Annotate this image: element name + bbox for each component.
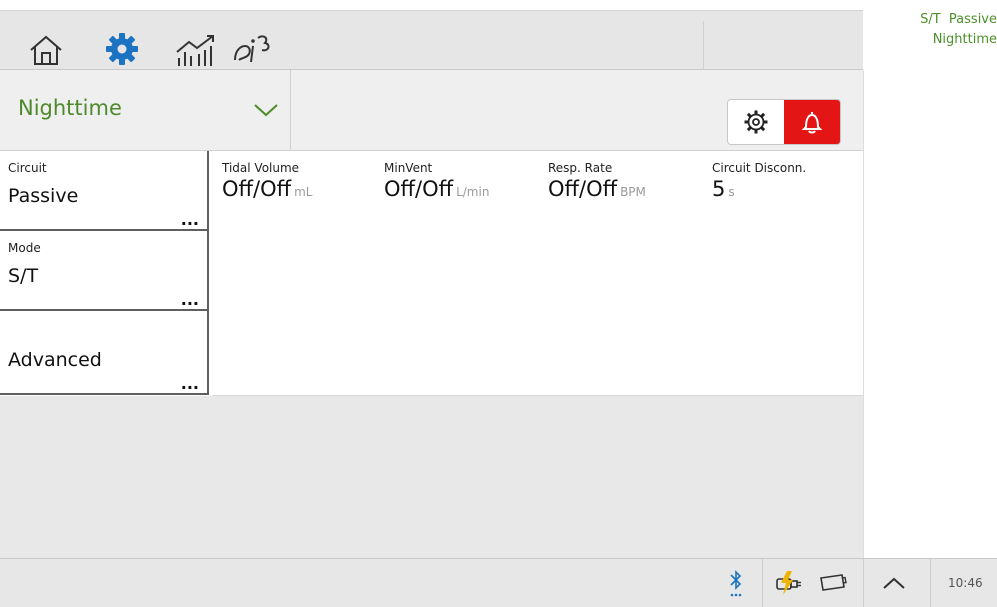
bluetooth-icon	[730, 570, 742, 597]
side-menu-caption: Mode	[8, 241, 41, 255]
more-options-icon: ...	[180, 290, 199, 309]
chevron-down-icon	[254, 104, 278, 117]
status-line-1: S/T Passive	[863, 10, 997, 30]
param-value: Off/Off	[384, 177, 454, 201]
battery-status	[814, 559, 850, 607]
chevron-up-icon	[883, 577, 905, 589]
param-unit: mL	[294, 185, 313, 199]
status-mode: S/T	[920, 12, 941, 27]
side-menu-value: Passive	[8, 185, 79, 207]
more-options-icon: ...	[180, 210, 199, 229]
bluetooth-status[interactable]	[718, 559, 754, 607]
empty-area	[0, 396, 863, 558]
more-options-icon: ...	[180, 374, 199, 393]
battery-icon	[820, 574, 847, 591]
profile-dropdown-value: Nighttime	[18, 96, 122, 120]
side-menu-mode[interactable]: Mode S/T ...	[0, 231, 209, 311]
param-unit: BPM	[620, 185, 646, 199]
profile-row: Nighttime	[0, 70, 863, 151]
tools-icon	[234, 35, 270, 63]
bottom-divider	[930, 559, 931, 607]
side-menu-circuit[interactable]: Circuit Passive ...	[0, 151, 209, 231]
status-circuit: Passive	[948, 12, 997, 27]
param-caption: MinVent	[384, 161, 433, 175]
expand-panel-button[interactable]	[872, 559, 916, 607]
param-minvent[interactable]: MinVent Off/Off L/min	[384, 161, 489, 201]
bottom-divider	[762, 559, 763, 607]
alarm-settings-button[interactable]	[784, 100, 840, 144]
param-caption: Tidal Volume	[222, 161, 300, 175]
side-menu-caption: Circuit	[8, 161, 47, 175]
bottom-status-bar: 10:46	[0, 558, 997, 607]
ac-power-icon	[776, 571, 801, 595]
top-bar: S/T Passive Nighttime	[0, 0, 997, 79]
home-icon	[30, 35, 62, 65]
status-profile: Nighttime	[932, 32, 997, 47]
gear-icon	[106, 32, 138, 65]
status-summary: S/T Passive Nighttime	[863, 10, 997, 70]
bottom-divider	[863, 559, 864, 607]
param-value: Off/Off	[548, 177, 618, 201]
clock: 10:46	[948, 576, 983, 590]
profile-actions	[727, 99, 841, 145]
param-value: 5	[712, 177, 726, 201]
param-tidal-volume[interactable]: Tidal Volume Off/Off mL	[222, 161, 312, 201]
param-value: Off/Off	[222, 177, 292, 201]
profile-dropdown[interactable]: Nighttime	[0, 70, 291, 150]
param-caption: Resp. Rate	[548, 161, 613, 175]
side-menu-value: S/T	[8, 265, 39, 287]
param-resp-rate[interactable]: Resp. Rate Off/Off BPM	[548, 161, 646, 201]
param-unit: s	[728, 185, 735, 199]
right-panel	[863, 70, 997, 558]
gear-outline-icon	[744, 110, 768, 134]
power-status	[772, 559, 806, 607]
profile-settings-button[interactable]	[728, 100, 784, 144]
bell-icon	[801, 112, 823, 134]
param-caption: Circuit Disconn.	[712, 161, 807, 175]
nav-bar	[0, 10, 863, 79]
side-menu-value: Advanced	[8, 349, 102, 371]
param-unit: L/min	[456, 185, 490, 199]
side-menu-advanced[interactable]: Advanced ...	[0, 311, 209, 395]
param-circuit-disconn[interactable]: Circuit Disconn. 5s	[712, 161, 806, 201]
trend-chart-icon	[176, 35, 214, 66]
alarm-parameters-panel: Tidal Volume Off/Off mL MinVent Off/Off L/…	[212, 151, 863, 396]
